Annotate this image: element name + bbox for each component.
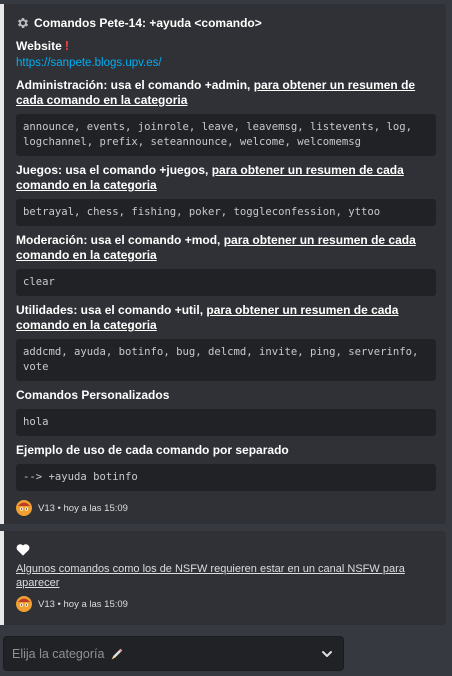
- category-select-placeholder: Elija la categoría: [12, 646, 105, 661]
- category-select[interactable]: Elija la categoría: [3, 636, 344, 671]
- chevron-down-icon[interactable]: [321, 648, 333, 660]
- gear-icon: [17, 17, 29, 29]
- usage-example: --> +ayuda botinfo: [16, 464, 436, 491]
- embed-footer: V13 • hoy a las 15:09: [16, 595, 436, 613]
- embed-footer: V13 • hoy a las 15:09: [16, 499, 436, 517]
- command-list: announce, events, joinrole, leave, leave…: [16, 114, 436, 156]
- field-title: Comandos Personalizados: [16, 388, 170, 402]
- command-list: clear: [16, 269, 436, 296]
- website-link[interactable]: https://sanpete.blogs.upv.es/: [16, 56, 436, 71]
- field-moderacion: Moderación: usa el comando +mod, para ob…: [16, 233, 436, 296]
- heart-icon: [16, 544, 30, 556]
- help-embed: Comandos Pete-14: +ayuda <comando> Websi…: [0, 4, 446, 524]
- field-title: Utilidades: usa el comando +util,: [16, 303, 207, 317]
- field-ejemplo: Ejemplo de uso de cada comando por separ…: [16, 443, 436, 491]
- bot-avatar-icon: [16, 500, 32, 516]
- field-juegos: Juegos: usa el comando +juegos, para obt…: [16, 163, 436, 226]
- field-title: Administración: usa el comando +admin,: [16, 78, 254, 92]
- embed-author-name: Comandos Pete-14: +ayuda <comando>: [34, 16, 262, 30]
- embed-author: Comandos Pete-14: +ayuda <comando>: [16, 14, 436, 32]
- field-title: Ejemplo de uso de cada comando por separ…: [16, 443, 289, 457]
- website-field: Website! https://sanpete.blogs.upv.es/: [16, 38, 436, 71]
- field-administracion: Administración: usa el comando +admin, p…: [16, 78, 436, 156]
- field-title: Juegos: usa el comando +juegos,: [16, 163, 212, 177]
- field-personalizados: Comandos Personalizados hola: [16, 388, 436, 436]
- pencil-icon: [112, 648, 123, 659]
- field-title: Moderación: usa el comando +mod,: [16, 233, 224, 247]
- field-utilidades: Utilidades: usa el comando +util, para o…: [16, 303, 436, 381]
- nsfw-notice-text[interactable]: Algunos comandos como los de NSFW requie…: [16, 562, 436, 590]
- command-list: addcmd, ayuda, botinfo, bug, delcmd, inv…: [16, 339, 436, 381]
- command-list: betrayal, chess, fishing, poker, togglec…: [16, 199, 436, 226]
- embed-footer-text: V13 • hoy a las 15:09: [38, 502, 128, 514]
- website-mark: !: [64, 38, 70, 53]
- command-list: hola: [16, 409, 436, 436]
- embed-footer-text: V13 • hoy a las 15:09: [38, 598, 128, 610]
- nsfw-notice-embed: Algunos comandos como los de NSFW requie…: [0, 531, 446, 625]
- website-label: Website!: [16, 38, 70, 53]
- bot-avatar-icon: [16, 596, 32, 612]
